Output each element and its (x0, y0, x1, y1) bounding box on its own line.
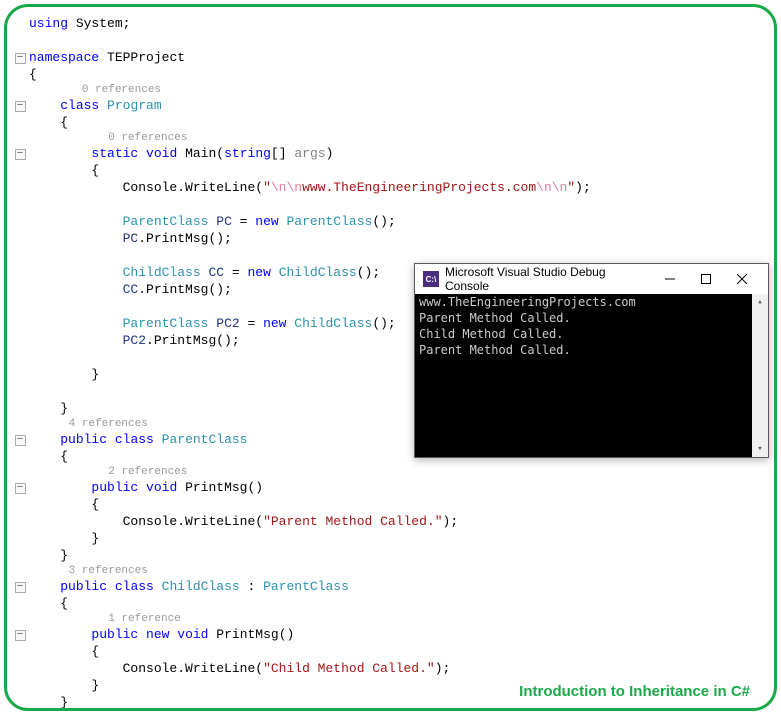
editor-frame: − − − − − (4, 4, 777, 711)
minimize-button[interactable] (652, 265, 688, 293)
scroll-up-icon[interactable]: ▴ (752, 294, 768, 310)
scroll-down-icon[interactable]: ▾ (752, 441, 768, 457)
console-app-icon: C:\ (423, 271, 439, 287)
keyword: using (29, 16, 68, 31)
collapse-toggle-icon[interactable]: − (15, 53, 26, 64)
collapse-toggle-icon[interactable]: − (15, 435, 26, 446)
collapse-toggle-icon[interactable]: − (15, 582, 26, 593)
console-line: Child Method Called. (419, 326, 764, 342)
console-output[interactable]: www.TheEngineeringProjects.com Parent Me… (415, 294, 768, 457)
collapse-toggle-icon[interactable]: − (15, 483, 26, 494)
console-title: Microsoft Visual Studio Debug Console (445, 265, 652, 293)
console-line: Parent Method Called. (419, 310, 764, 326)
console-titlebar[interactable]: C:\ Microsoft Visual Studio Debug Consol… (415, 264, 768, 294)
collapse-toggle-icon[interactable]: − (15, 149, 26, 160)
close-button[interactable] (724, 265, 760, 293)
collapse-toggle-icon[interactable]: − (15, 630, 26, 641)
collapse-toggle-icon[interactable]: − (15, 101, 26, 112)
console-scrollbar[interactable]: ▴ ▾ (752, 294, 768, 457)
debug-console-window[interactable]: C:\ Microsoft Visual Studio Debug Consol… (414, 263, 769, 458)
image-caption: Introduction to Inheritance in C# (519, 683, 750, 700)
console-line: www.TheEngineeringProjects.com (419, 294, 764, 310)
outline-gutter: − − − − − (11, 15, 29, 711)
maximize-button[interactable] (688, 265, 724, 293)
console-line: Parent Method Called. (419, 342, 764, 358)
